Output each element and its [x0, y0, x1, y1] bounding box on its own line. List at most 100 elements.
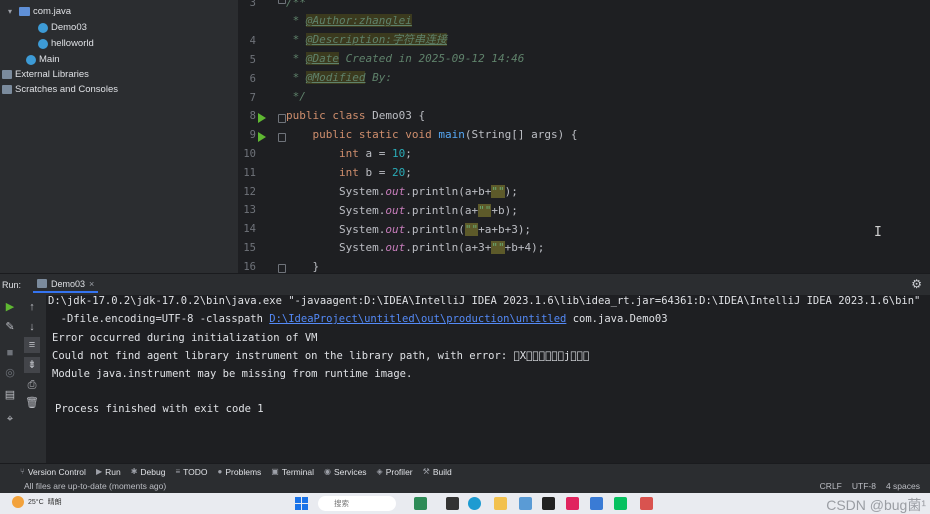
fold-icon[interactable]	[278, 0, 286, 4]
console-icon	[37, 279, 48, 288]
windows-start-icon[interactable]	[295, 497, 308, 510]
indent-widget[interactable]: 4 spaces	[886, 481, 920, 491]
music-icon[interactable]	[566, 497, 579, 510]
tool-problems[interactable]: ● Problems	[218, 467, 262, 477]
weather-widget[interactable]: 25°C 晴朗	[12, 496, 62, 508]
comment-star: *	[286, 14, 306, 27]
classpath-prefix: -Dfile.encoding=UTF-8 -classpath	[48, 313, 270, 325]
tool-label: Version Control	[27, 466, 86, 477]
tree-item-external-libraries[interactable]: External Libraries	[2, 67, 89, 82]
edge-icon[interactable]	[468, 497, 481, 510]
wrench-icon[interactable]: ✎	[2, 319, 18, 335]
main-class-name: com.java.Demo03	[566, 313, 668, 325]
line-number: 14	[243, 223, 256, 235]
intellij-icon[interactable]	[542, 497, 555, 510]
library-icon	[2, 70, 12, 79]
method-params: (String[] args) {	[464, 128, 578, 141]
tree-item-label: com.java	[33, 6, 72, 17]
tool-label: Run	[105, 466, 121, 477]
out-field: out	[385, 241, 406, 254]
code-line-13: System.out.println(a+b+"");	[286, 183, 518, 201]
tool-debug[interactable]: ✱ Debug	[131, 467, 166, 477]
code-editor[interactable]: 3 4 5 6 7 8 9 10 11 12 13 14 15 16 17 /*…	[238, 0, 930, 273]
app-icon[interactable]	[519, 497, 532, 510]
tool-terminal[interactable]: ▣ Terminal	[271, 467, 314, 477]
run-class-icon[interactable]	[258, 113, 266, 123]
task-view-icon[interactable]	[446, 497, 459, 510]
run-tab-demo03[interactable]: Demo03 ×	[33, 277, 99, 293]
list-icon: ≡	[175, 467, 181, 476]
editor-gutter: 3 4 5 6 7 8 9 10 11 12 13 14 15 16 17	[238, 0, 288, 273]
out-field: out	[385, 204, 406, 217]
widgets-icon[interactable]	[414, 497, 427, 510]
tree-item-scratches[interactable]: Scratches and Consoles	[2, 82, 118, 97]
line-number: 9	[249, 129, 256, 141]
system-ref: System.	[338, 185, 386, 198]
run-main-icon[interactable]	[258, 132, 266, 142]
chevron-down-icon[interactable]: ▾	[8, 4, 16, 19]
tool-label: Problems	[225, 466, 262, 477]
tree-item-helloworld[interactable]: helloworld	[38, 36, 94, 51]
close-icon[interactable]: ×	[89, 279, 94, 289]
scroll-to-end-icon[interactable]: ⇟	[24, 357, 40, 373]
method-name: main	[438, 128, 465, 141]
camera-icon[interactable]: ◎	[2, 365, 18, 381]
pin-icon[interactable]: ⌖	[2, 411, 18, 427]
code-line-11: int a = 10;	[338, 147, 412, 160]
text-cursor-icon: I	[874, 225, 882, 240]
line-number: 12	[243, 186, 256, 198]
tool-version-control[interactable]: ⑂ Version Control	[20, 467, 86, 477]
chat-icon[interactable]	[614, 497, 627, 510]
line-number: 6	[249, 73, 256, 85]
keyword-static: static	[358, 128, 399, 141]
fold-icon[interactable]	[278, 114, 286, 123]
tool-services[interactable]: ◉ Services	[324, 467, 367, 477]
app-icon[interactable]	[590, 497, 603, 510]
value-b: 20	[391, 166, 406, 179]
run-title: Run:	[2, 279, 22, 290]
run-console[interactable]: D:\jdk-17.0.2\jdk-17.0.2\bin\java.exe "-…	[46, 295, 930, 463]
console-error-line: Error occurred during initialization of …	[52, 332, 318, 344]
project-tree: ▾ com.java Demo03 helloworld Main Extern…	[0, 0, 238, 273]
date-tag: @Date	[305, 52, 339, 65]
trash-icon[interactable]: 🗑	[24, 395, 40, 411]
weather-temp: 25°C	[28, 498, 44, 506]
println-call: .println(	[405, 223, 465, 236]
tool-todo[interactable]: ≡ TODO	[175, 467, 207, 477]
search-placeholder: 搜索	[334, 499, 349, 508]
tree-item-demo03[interactable]: Demo03	[38, 20, 87, 35]
tool-profiler[interactable]: ◈ Profiler	[377, 467, 413, 477]
fold-icon[interactable]	[278, 133, 286, 142]
file-explorer-icon[interactable]	[494, 497, 507, 510]
app-icon[interactable]	[640, 497, 653, 510]
tree-item-main[interactable]: Main	[26, 52, 60, 67]
line-separator-widget[interactable]: CRLF	[820, 481, 842, 491]
stop-icon[interactable]: ■	[2, 345, 18, 361]
println-call: .println(	[405, 185, 465, 198]
arrow-up-icon[interactable]: ↑	[24, 299, 40, 315]
tool-label: Services	[333, 466, 367, 477]
soft-wrap-icon[interactable]: ≡	[24, 337, 40, 353]
layout-icon[interactable]: ▤	[2, 387, 18, 403]
print-icon[interactable]: ⎙	[24, 377, 40, 393]
var-b: b =	[358, 166, 392, 179]
profiler-icon: ◈	[376, 467, 383, 476]
taskbar-search[interactable]: 搜索	[318, 496, 396, 511]
rerun-icon[interactable]: ▶	[2, 299, 18, 315]
classpath-link[interactable]: D:\IdeaProject\untitled\out\production\u…	[269, 313, 566, 325]
tool-build[interactable]: ⚒ Build	[423, 467, 452, 477]
console-error-line: Module java.instrument may be missing fr…	[52, 368, 413, 380]
arrow-down-icon[interactable]: ↓	[24, 319, 40, 335]
expr-pre: a+3+	[464, 241, 492, 254]
code-line-15: System.out.println(""+a+b+3);	[286, 221, 531, 239]
run-side-toolbar: ▶ ✎ ■ ◎ ▤ ⌖ ↑ ↓ ≡ ⇟ ⎙ 🗑	[0, 295, 46, 463]
empty-string: ""	[491, 241, 505, 254]
tool-label: TODO	[183, 466, 208, 477]
encoding-widget[interactable]: UTF-8	[852, 481, 876, 491]
modified-text: By:	[365, 71, 392, 84]
fold-icon[interactable]	[278, 264, 286, 273]
gear-icon[interactable]: ⚙	[911, 277, 922, 291]
tree-item-com-java[interactable]: ▾ com.java	[8, 4, 71, 19]
line-number: 13	[243, 204, 256, 216]
tool-run[interactable]: ▶ Run	[96, 467, 121, 477]
